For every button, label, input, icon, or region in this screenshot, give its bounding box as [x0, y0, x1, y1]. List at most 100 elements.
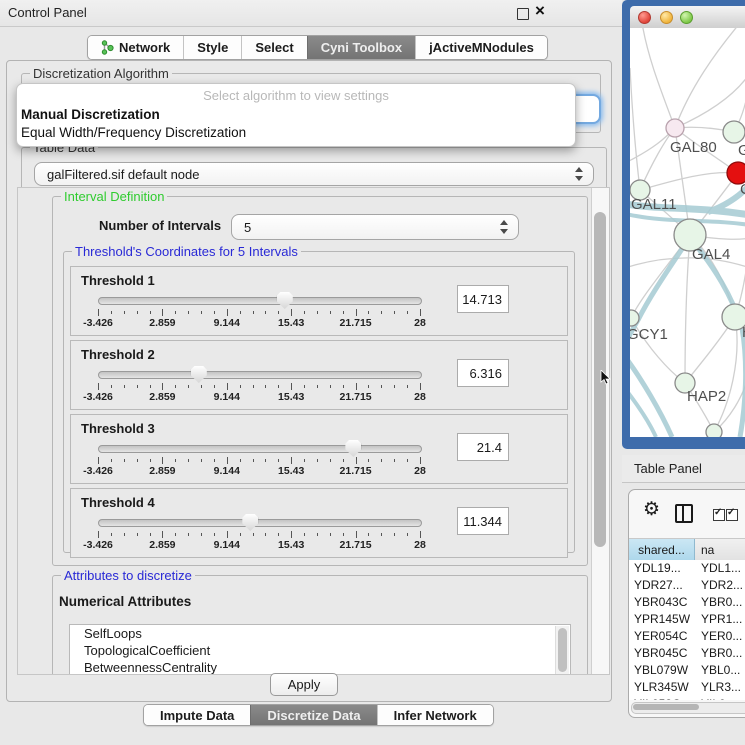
threshold-slider-handle[interactable] — [345, 440, 361, 457]
scrollbar-thumb[interactable] — [558, 628, 567, 672]
tick-mark — [98, 309, 99, 316]
table-horizontal-scrollbar[interactable] — [631, 702, 745, 714]
num-intervals-label: Number of Intervals — [99, 218, 221, 233]
popup-item-manual-discretization[interactable]: Manual Discretization — [21, 107, 160, 122]
threshold-label: Threshold 2 — [81, 347, 155, 362]
attributes-list-scrollbar[interactable] — [555, 626, 569, 675]
tab-network[interactable]: Network — [88, 36, 183, 59]
tick-mark — [98, 383, 99, 390]
tab-select[interactable]: Select — [241, 36, 306, 59]
slider-tickmarks — [98, 457, 420, 464]
table-row[interactable]: YDR27... YDR2... — [629, 577, 745, 594]
network-canvas[interactable]: GAL80 GA C GAL11 GAL4 GCY1 H HAP2 — [630, 28, 745, 437]
tab-jactivemnodules[interactable]: jActiveMNodules — [415, 36, 547, 59]
tick-mark — [137, 385, 138, 388]
checkbox-checked-icon[interactable] — [713, 509, 725, 521]
tick-mark — [253, 459, 254, 462]
threshold-slider-handle[interactable] — [277, 292, 293, 309]
table-panel-header: Table Panel — [622, 455, 745, 483]
tick-label: 2.859 — [149, 539, 175, 551]
table-row[interactable]: YDL19... YDL1... — [629, 560, 745, 577]
table-data-value: galFiltered.sif default node — [47, 167, 199, 182]
table-data-combobox[interactable]: galFiltered.sif default node — [34, 162, 594, 186]
tick-label: 2.859 — [149, 465, 175, 477]
tab-discretize-data[interactable]: Discretize Data — [250, 705, 376, 725]
threshold-slider-handle[interactable] — [191, 366, 207, 383]
network-window[interactable]: GAL80 GA C GAL11 GAL4 GCY1 H HAP2 — [622, 0, 745, 449]
yellow-traffic-light[interactable] — [660, 11, 673, 24]
control-panel-titlebar: Control Panel × — [0, 0, 622, 27]
tick-mark — [278, 311, 279, 314]
table-row[interactable]: YBR045C YBR0... — [629, 645, 745, 662]
threshold-value-field[interactable]: 21.4 — [457, 433, 509, 461]
column-header-shared-name[interactable]: shared... — [629, 539, 695, 560]
tick-label: 28 — [414, 317, 426, 329]
algorithm-hint: Select algorithm to view settings — [17, 88, 575, 103]
tick-mark — [330, 385, 331, 388]
scrollbar-thumb[interactable] — [633, 704, 699, 710]
tick-label: 15.43 — [278, 539, 304, 551]
apply-button[interactable]: Apply — [270, 673, 338, 696]
threshold-slider-handle[interactable] — [242, 514, 258, 531]
tick-mark — [304, 311, 305, 314]
table-row[interactable]: YBL079W YBL0... — [629, 662, 745, 679]
cell-shared-name: YBR045C — [629, 645, 695, 662]
cell-shared-name: YER054C — [629, 628, 695, 645]
tab-cyni-toolbox[interactable]: Cyni Toolbox — [307, 36, 415, 59]
group-title: Threshold's Coordinates for 5 Intervals — [72, 244, 301, 259]
tick-mark — [394, 459, 395, 462]
threshold-slider-track[interactable] — [98, 519, 422, 527]
tick-mark — [381, 385, 382, 388]
tick-mark — [356, 457, 357, 464]
tick-mark — [111, 311, 112, 314]
threshold-value-field[interactable]: 6.316 — [457, 359, 509, 387]
list-item[interactable]: SelfLoops — [70, 625, 570, 642]
tick-mark — [407, 533, 408, 536]
network-node[interactable] — [723, 121, 745, 143]
column-header-name[interactable]: na — [695, 539, 745, 560]
gear-icon[interactable]: ⚙ — [643, 498, 660, 521]
threshold-value-field[interactable]: 11.344 — [457, 507, 509, 535]
tick-mark — [343, 385, 344, 388]
network-node[interactable] — [666, 119, 684, 137]
tick-label: 21.715 — [340, 317, 372, 329]
mouse-cursor — [600, 370, 612, 386]
threshold-slider-track[interactable] — [98, 371, 422, 379]
network-node[interactable] — [706, 424, 722, 437]
tab-label: Impute Data — [160, 708, 234, 723]
columns-icon[interactable] — [675, 504, 693, 523]
tab-infer-network[interactable]: Infer Network — [377, 705, 493, 725]
table-row[interactable]: YPR145W YPR1... — [629, 611, 745, 628]
threshold-slider-track[interactable] — [98, 297, 422, 305]
table-row[interactable]: YIL053C YIL0... — [629, 696, 745, 700]
tick-mark — [291, 309, 292, 316]
tick-label: 28 — [414, 391, 426, 403]
red-traffic-light[interactable] — [638, 11, 651, 24]
close-icon[interactable]: × — [535, 1, 545, 21]
settings-vertical-scrollbar[interactable] — [591, 188, 609, 674]
slider-ticklabels: -3.4262.8599.14415.4321.71528 — [98, 317, 420, 329]
tick-mark — [240, 533, 241, 536]
tab-style[interactable]: Style — [183, 36, 241, 59]
tab-impute-data[interactable]: Impute Data — [144, 705, 250, 725]
threshold-row: Threshold 2 -3.4262.8599.14415.4321.7152… — [70, 340, 568, 410]
threshold-slider-track[interactable] — [98, 445, 422, 453]
checkbox-checked-icon[interactable] — [726, 509, 738, 521]
tick-mark — [420, 457, 421, 464]
tick-mark — [317, 385, 318, 388]
num-intervals-combobox[interactable]: 5 — [231, 214, 519, 240]
float-icon[interactable] — [517, 8, 529, 20]
threshold-value-field[interactable]: 14.713 — [457, 285, 509, 313]
green-traffic-light[interactable] — [680, 11, 693, 24]
tick-mark — [394, 385, 395, 388]
table-row[interactable]: YLR345W YLR3... — [629, 679, 745, 696]
thresholds-container: Threshold 1 -3.4262.8599.14415.4321.7152… — [64, 266, 574, 558]
table-row[interactable]: YBR043C YBR0... — [629, 594, 745, 611]
tick-mark — [240, 385, 241, 388]
tick-mark — [394, 311, 395, 314]
tick-mark — [227, 457, 228, 464]
tick-mark — [227, 531, 228, 538]
list-item[interactable]: TopologicalCoefficient — [70, 642, 570, 659]
popup-item-equal-width-frequency[interactable]: Equal Width/Frequency Discretization — [21, 125, 246, 140]
table-row[interactable]: YER054C YER0... — [629, 628, 745, 645]
